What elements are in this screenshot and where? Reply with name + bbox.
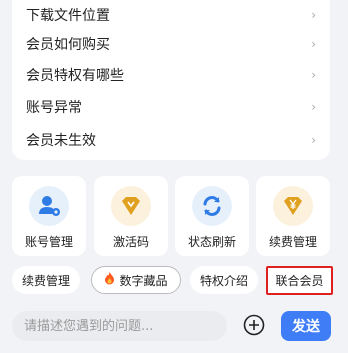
faq-item-label: 会员如何购买	[26, 37, 110, 53]
faq-item-not-effective[interactable]: 会员未生效 ›	[26, 125, 316, 155]
status-refresh-button[interactable]: 状态刷新	[175, 176, 249, 256]
chip-label: 续费管理	[21, 273, 70, 288]
chip-renewal-manage[interactable]: 续费管理	[12, 266, 80, 294]
chevron-right-icon: ›	[311, 100, 316, 114]
diamond-icon	[111, 186, 151, 226]
chevron-right-icon: ›	[311, 37, 316, 51]
chip-label: 联合会员	[275, 274, 324, 288]
chip-label: 数字藏品	[119, 273, 168, 288]
action-label: 激活码	[112, 235, 149, 249]
action-label: 续费管理	[268, 235, 317, 249]
faq-item-download-location[interactable]: 下载文件位置 ›	[26, 0, 316, 30]
send-button[interactable]: 发送	[281, 311, 331, 341]
faq-item-label: 会员未生效	[26, 133, 96, 149]
action-label: 状态刷新	[187, 235, 236, 249]
faq-item-privileges[interactable]: 会员特权有哪些 ›	[26, 60, 316, 90]
faq-item-account-error[interactable]: 账号异常 ›	[26, 92, 316, 122]
add-attachment-button[interactable]	[243, 314, 265, 336]
chip-label: 特权介绍	[199, 273, 248, 288]
activation-code-button[interactable]: 激活码	[94, 176, 168, 256]
chip-digital-collectibles[interactable]: 数字藏品	[91, 266, 181, 294]
chip-privilege-intro[interactable]: 特权介绍	[190, 266, 258, 294]
refresh-icon	[192, 186, 232, 226]
fire-icon	[104, 272, 115, 288]
faq-list: 下载文件位置 › 会员如何购买 › 会员特权有哪些 › 账号异常 › 会员未生效…	[12, 0, 330, 160]
faq-item-label: 下载文件位置	[26, 8, 110, 24]
chevron-right-icon: ›	[311, 133, 316, 147]
faq-item-label: 账号异常	[26, 100, 82, 116]
faq-item-label: 会员特权有哪些	[26, 68, 124, 84]
chevron-right-icon: ›	[311, 8, 316, 22]
yen-diamond-icon	[273, 186, 313, 226]
account-manage-button[interactable]: 账号管理	[12, 176, 86, 256]
chip-joint-membership[interactable]: 联合会员	[266, 266, 333, 295]
chevron-right-icon: ›	[311, 68, 316, 82]
renewal-manage-button[interactable]: 续费管理	[256, 176, 330, 256]
faq-item-how-to-buy[interactable]: 会员如何购买 ›	[26, 29, 316, 59]
question-input[interactable]	[12, 311, 227, 341]
user-gear-icon	[29, 186, 69, 226]
plus-circle-icon	[243, 314, 265, 336]
action-label: 账号管理	[24, 235, 73, 249]
